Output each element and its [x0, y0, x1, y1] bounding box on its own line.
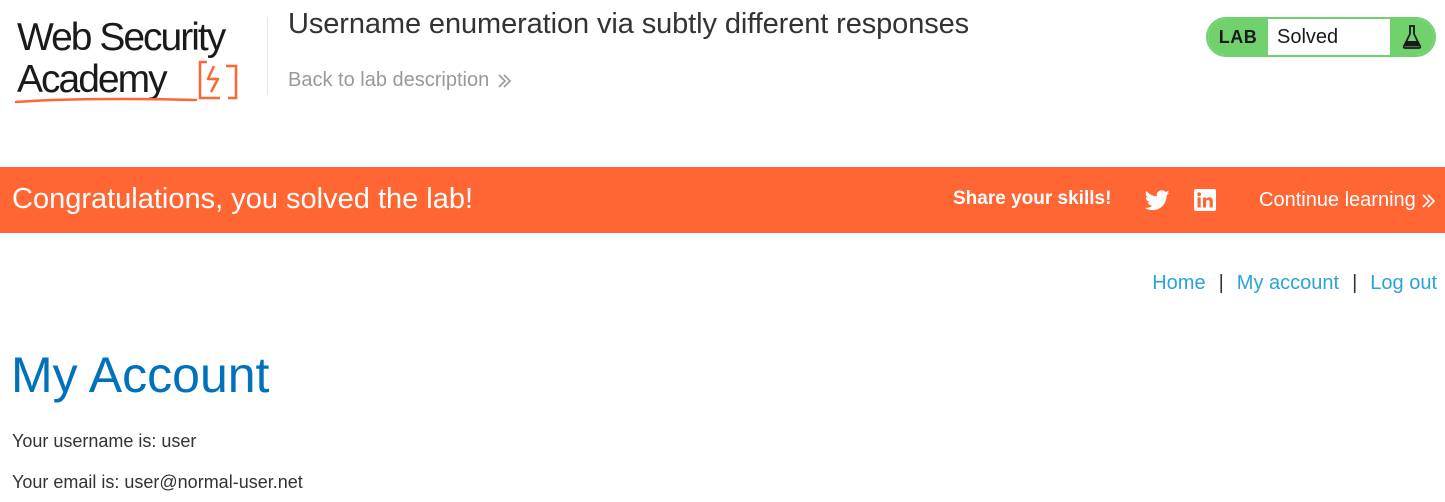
lab-tag: LAB [1208, 19, 1268, 55]
web-security-academy-logo[interactable]: Web Security Academy [14, 16, 266, 108]
back-to-lab-description-link[interactable]: Back to lab description [288, 69, 512, 92]
lab-header: Web Security Academy Username enumeratio… [0, 0, 1445, 167]
linkedin-icon[interactable] [1192, 189, 1218, 211]
lab-title: Username enumeration via subtly differen… [288, 8, 970, 40]
logo-bolt-icon [14, 60, 238, 104]
double-chevron-right-icon [498, 73, 512, 89]
continue-learning-label: Continue learning [1259, 189, 1416, 211]
lab-status-text: Solved [1277, 25, 1339, 48]
email-text: Your email is: user@normal-user.net [12, 472, 303, 492]
nav-my-account-link[interactable]: My account [1237, 272, 1339, 295]
twitter-icon[interactable] [1144, 189, 1170, 211]
congratulations-message: Congratulations, you solved the lab! [12, 183, 474, 215]
flask-icon [1390, 19, 1434, 55]
continue-learning-link[interactable]: Continue learning [1259, 189, 1436, 212]
nav-home-link[interactable]: Home [1152, 272, 1205, 295]
nav-log-out-link[interactable]: Log out [1370, 272, 1437, 295]
page-title: My Account [11, 347, 270, 403]
logo-divider [267, 17, 268, 95]
username-text: Your username is: user [12, 431, 197, 451]
share-skills-label: Share your skills! [953, 188, 1112, 209]
solved-banner: Congratulations, you solved the lab! Sha… [0, 167, 1445, 233]
nav-separator: | [1352, 272, 1358, 294]
lab-status-widget: LAB Solved [1206, 17, 1436, 57]
account-nav: Home | My account | Log out [1152, 272, 1437, 295]
back-link-label: Back to lab description [288, 69, 490, 91]
double-chevron-right-icon [1422, 193, 1436, 209]
nav-separator: | [1218, 272, 1224, 294]
